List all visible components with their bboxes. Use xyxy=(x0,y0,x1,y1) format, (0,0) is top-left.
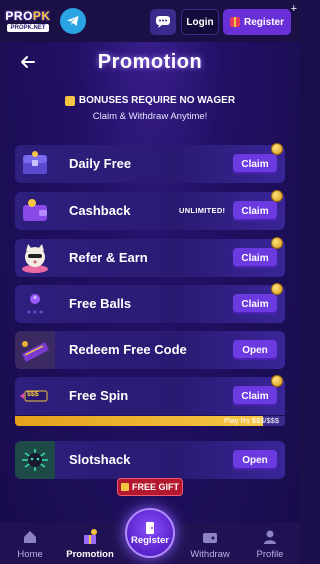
promo-redeem-code[interactable]: Redeem Free Code Open xyxy=(15,331,285,369)
open-button[interactable]: Open xyxy=(233,450,277,470)
coin-icon xyxy=(271,375,283,387)
chat-icon[interactable] xyxy=(150,9,176,35)
notice-subline: Claim & Withdraw Anytime! xyxy=(92,111,208,122)
promo-slotshack[interactable]: Slotshack Open xyxy=(15,441,285,479)
claim-button[interactable]: Claim xyxy=(233,386,277,406)
wallet-icon xyxy=(203,533,217,543)
telegram-icon[interactable] xyxy=(60,8,86,34)
promo-free-balls[interactable]: Free Balls Claim xyxy=(15,283,285,323)
register-orb-button[interactable]: Register xyxy=(125,508,175,558)
gift-icon xyxy=(121,483,129,491)
claim-button[interactable]: Claim xyxy=(233,248,277,268)
claim-button[interactable]: Claim xyxy=(233,294,277,314)
spin-thumb-text: $$$ xyxy=(27,391,39,398)
free-spin-progress: Play Rs $$$/$$$ xyxy=(15,416,285,426)
promo-refer-earn[interactable]: Refer & Earn Claim xyxy=(15,237,285,277)
free-gift-button[interactable]: FREE GIFT xyxy=(117,478,183,496)
gift-icon xyxy=(64,95,75,106)
chest-icon xyxy=(15,145,55,183)
ticket-icon xyxy=(15,331,55,369)
plus-icon[interactable]: + xyxy=(291,3,297,15)
page-title: Promotion xyxy=(97,50,203,73)
home-icon xyxy=(24,531,36,543)
promo-label: Free Balls xyxy=(69,296,132,311)
promotion-screen: PROPK PROPK.NET Login Register + Promoti… xyxy=(0,0,300,564)
login-button[interactable]: Login xyxy=(181,9,219,35)
promo-daily-free[interactable]: Daily Free Claim xyxy=(15,143,285,183)
promo-label: Slotshack xyxy=(69,452,131,467)
nav-home-label: Home xyxy=(17,549,43,560)
cat-mascot-icon xyxy=(15,239,55,277)
coin-icon xyxy=(271,283,283,295)
bonus-notice: BONUSES REQUIRE NO WAGER Claim & Withdra… xyxy=(0,95,300,122)
gift-icon xyxy=(84,529,97,544)
spin-icon: $$$ xyxy=(15,377,55,415)
register-button[interactable]: Register xyxy=(223,9,291,35)
promo-note: UNLIMITED! xyxy=(179,206,226,215)
register-orb-label: Register xyxy=(130,534,169,546)
coin-icon xyxy=(271,143,283,155)
page-header: Promotion xyxy=(0,42,300,82)
promo-label: Free Spin xyxy=(69,388,129,403)
balls-icon xyxy=(15,285,55,323)
progress-text: Play Rs $$$/$$$ xyxy=(223,416,279,425)
nav-promotion[interactable]: Promotion xyxy=(60,522,120,564)
slotshack-icon xyxy=(15,441,55,479)
coin-icon xyxy=(271,190,283,202)
open-button[interactable]: Open xyxy=(233,340,277,360)
nav-withdraw[interactable]: Withdraw xyxy=(180,522,240,564)
logo-subtext: PROPK.NET xyxy=(7,24,49,32)
user-icon xyxy=(264,530,276,544)
logo-text: PROPK xyxy=(5,9,51,23)
free-gift-label: FREE GIFT xyxy=(132,482,179,492)
door-icon xyxy=(146,521,154,534)
nav-promotion-label: Promotion xyxy=(66,549,114,560)
nav-withdraw-label: Withdraw xyxy=(190,549,230,560)
gift-icon xyxy=(229,17,240,27)
coin-icon xyxy=(271,237,283,249)
site-logo[interactable]: PROPK PROPK.NET xyxy=(5,6,51,36)
promo-label: Redeem Free Code xyxy=(69,342,187,357)
back-arrow-icon[interactable] xyxy=(18,52,38,72)
wallet-icon xyxy=(15,192,55,230)
claim-button[interactable]: Claim xyxy=(233,201,277,221)
promo-label: Cashback xyxy=(69,203,131,218)
promo-cashback[interactable]: Cashback UNLIMITED! Claim xyxy=(15,190,285,230)
nav-profile-label: Profile xyxy=(256,549,284,560)
promo-label: Refer & Earn xyxy=(69,250,148,265)
register-button-label: Register xyxy=(243,16,284,28)
notice-headline: BONUSES REQUIRE NO WAGER xyxy=(78,95,236,106)
promo-label: Daily Free xyxy=(69,156,132,171)
nav-home[interactable]: Home xyxy=(0,522,60,564)
promo-free-spin[interactable]: $$$ Free Spin Claim Play Rs $$$/$$$ xyxy=(15,375,285,426)
claim-button[interactable]: Claim xyxy=(233,154,277,174)
nav-profile[interactable]: Profile xyxy=(240,522,300,564)
